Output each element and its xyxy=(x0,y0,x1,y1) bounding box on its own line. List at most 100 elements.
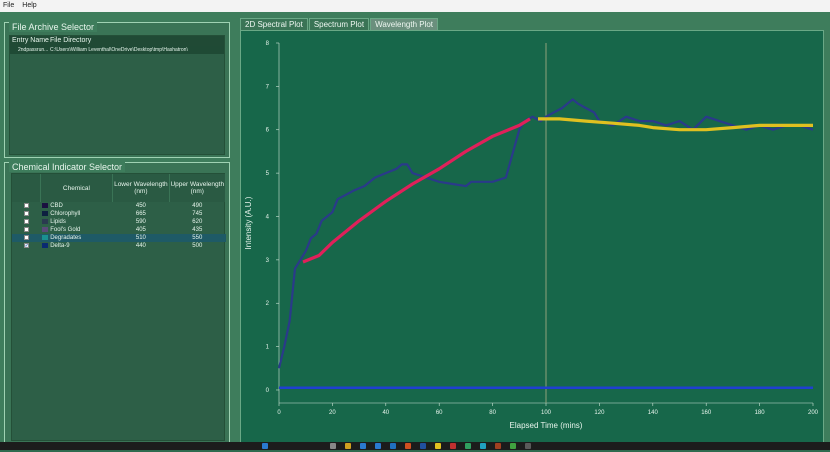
chemical-checkbox-cell xyxy=(12,210,40,218)
upper-wavelength: 745 xyxy=(192,211,203,217)
chemical-row[interactable]: ✓ Delta-9 440 500 xyxy=(12,242,226,250)
lower-wavelength: 665 xyxy=(135,211,146,217)
app-window: File Archive Selector Entry Name File Di… xyxy=(0,12,830,446)
app-icon-brown[interactable] xyxy=(495,443,501,449)
file-directory: C:\Users\William Leventhal\OneDrive\Desk… xyxy=(50,47,188,53)
x-tick-label: 100 xyxy=(541,410,552,416)
chemical-name: Degradates xyxy=(50,235,82,241)
tab-wavelength-plot[interactable]: Wavelength Plot xyxy=(370,18,439,30)
chemical-color-swatch xyxy=(42,242,49,248)
file-row[interactable]: 2ndpassrun... C:\Users\William Leventhal… xyxy=(10,46,224,54)
y-tick-label: 4 xyxy=(266,214,270,220)
chemical-checkbox[interactable] xyxy=(23,202,29,208)
file-entry-name: 2ndpassrun... xyxy=(18,47,49,53)
col-entry-name[interactable]: Entry Name xyxy=(10,36,50,46)
taskbar xyxy=(0,442,830,450)
lower-wavelength: 405 xyxy=(135,227,146,233)
chemical-color-swatch xyxy=(42,218,49,224)
chemical-checkbox[interactable] xyxy=(23,210,29,216)
x-tick-label: 40 xyxy=(382,410,389,416)
wavelength-plot[interactable]: 0 1 2 3 4 5 6 7 8 0 20 40 60 80 100 120 140 160 180 200 Elap… xyxy=(240,30,824,446)
tab-spectrum-plot[interactable]: Spectrum Plot xyxy=(308,18,370,30)
tab-2d-spectral-plot[interactable]: 2D Spectral Plot xyxy=(240,18,308,30)
chemical-checkbox[interactable]: ✓ xyxy=(23,242,29,248)
search-icon[interactable] xyxy=(330,443,336,449)
word-icon[interactable] xyxy=(420,443,426,449)
mail-icon[interactable] xyxy=(390,443,396,449)
col-chemical[interactable]: Chemical xyxy=(40,174,114,202)
y-tick-label: 5 xyxy=(266,171,270,177)
col-file-directory[interactable]: File Directory xyxy=(50,36,91,46)
app-icon-red[interactable] xyxy=(450,443,456,449)
chemical-checkbox-cell xyxy=(12,202,40,210)
upper-wavelength: 550 xyxy=(169,234,226,242)
x-axis-label: Elapsed Time (mins) xyxy=(510,421,583,430)
plot-tabs: 2D Spectral Plot Spectrum Plot Wavelengt… xyxy=(240,18,439,30)
chemical-table-wrap: Chemical Lower Wavelength (nm) Upper Wav… xyxy=(11,173,227,441)
col-select xyxy=(12,174,41,202)
folder-icon[interactable] xyxy=(345,443,351,449)
chemical-color-swatch xyxy=(42,234,49,240)
chemical-checkbox[interactable] xyxy=(23,226,29,232)
x-tick-label: 160 xyxy=(701,410,712,416)
y-tick-label: 1 xyxy=(266,345,270,351)
terminal-icon[interactable] xyxy=(525,443,531,449)
photos-icon[interactable] xyxy=(435,443,441,449)
chemical-row[interactable]: Degradates 510 550 xyxy=(12,234,226,242)
chemical-color-swatch xyxy=(42,226,49,232)
y-tick-label: 0 xyxy=(266,388,270,394)
python-app-icon[interactable] xyxy=(510,443,516,449)
x-tick-label: 200 xyxy=(808,410,819,416)
y-tick-label: 2 xyxy=(266,301,270,307)
chemical-row[interactable]: CBD 450 490 xyxy=(12,202,226,210)
x-tick-label: 60 xyxy=(436,410,443,416)
chemical-name-cell: Chlorophyll xyxy=(40,210,113,218)
y-tick-label: 7 xyxy=(266,84,270,90)
x-tick-label: 0 xyxy=(277,410,281,416)
chemical-row[interactable]: Fool's Gold 405 435 xyxy=(12,226,226,234)
chemical-checkbox-cell: ✓ xyxy=(12,242,40,250)
chemical-checkbox-cell xyxy=(12,226,40,234)
chart-svg: 0123456780 20 40 60 80 100 120 140 160 180 200Elap… xyxy=(244,41,819,430)
office-icon[interactable] xyxy=(405,443,411,449)
menu-help[interactable]: Help xyxy=(22,0,36,12)
lower-wavelength: 510 xyxy=(112,234,170,242)
file-table-header: Entry Name File Directory xyxy=(10,36,224,46)
upper-wavelength: 435 xyxy=(192,227,203,233)
chemical-name-cell: Fool's Gold xyxy=(40,226,113,234)
upper-wavelength: 500 xyxy=(192,243,203,249)
menu-bar: File Help xyxy=(0,0,830,12)
chemical-table: Chemical Lower Wavelength (nm) Upper Wav… xyxy=(12,174,227,250)
chemical-row[interactable]: Lipids 590 620 xyxy=(12,218,226,226)
chemical-name: Chlorophyll xyxy=(50,211,81,217)
x-tick-label: 20 xyxy=(329,410,336,416)
file-archive-title: File Archive Selector xyxy=(9,22,98,32)
store-icon[interactable] xyxy=(375,443,381,449)
series-line-2 xyxy=(302,117,531,264)
chemical-name-cell: Delta-9 xyxy=(40,242,113,250)
chemical-color-swatch xyxy=(42,202,49,208)
edge-icon[interactable] xyxy=(360,443,366,449)
chemical-name: Fool's Gold xyxy=(50,227,81,233)
upper-wavelength: 490 xyxy=(192,203,203,209)
teams-icon[interactable] xyxy=(480,443,486,449)
excel-icon[interactable] xyxy=(465,443,471,449)
file-table: Entry Name File Directory 2ndpassrun... … xyxy=(9,35,225,155)
menu-file[interactable]: File xyxy=(3,0,14,12)
y-tick-label: 6 xyxy=(266,128,270,134)
series-line-3 xyxy=(538,117,813,132)
chemical-checkbox[interactable] xyxy=(23,218,29,224)
lower-wavelength: 450 xyxy=(135,203,146,209)
chemical-name-cell: CBD xyxy=(40,202,113,210)
lower-wavelength: 590 xyxy=(135,219,146,225)
chemical-name: Delta-9 xyxy=(50,243,70,249)
col-upper-wavelength[interactable]: Upper Wavelength (nm) xyxy=(169,174,227,202)
x-tick-label: 120 xyxy=(594,410,605,416)
chemical-name-cell: Degradates xyxy=(40,234,113,242)
chemical-color-swatch xyxy=(42,210,49,216)
chemical-row[interactable]: Chlorophyll 665 745 xyxy=(12,210,226,218)
chemical-checkbox[interactable] xyxy=(23,234,29,240)
col-lower-wavelength[interactable]: Lower Wavelength (nm) xyxy=(112,174,170,202)
x-tick-label: 180 xyxy=(755,410,766,416)
windows-icon[interactable] xyxy=(262,443,268,449)
